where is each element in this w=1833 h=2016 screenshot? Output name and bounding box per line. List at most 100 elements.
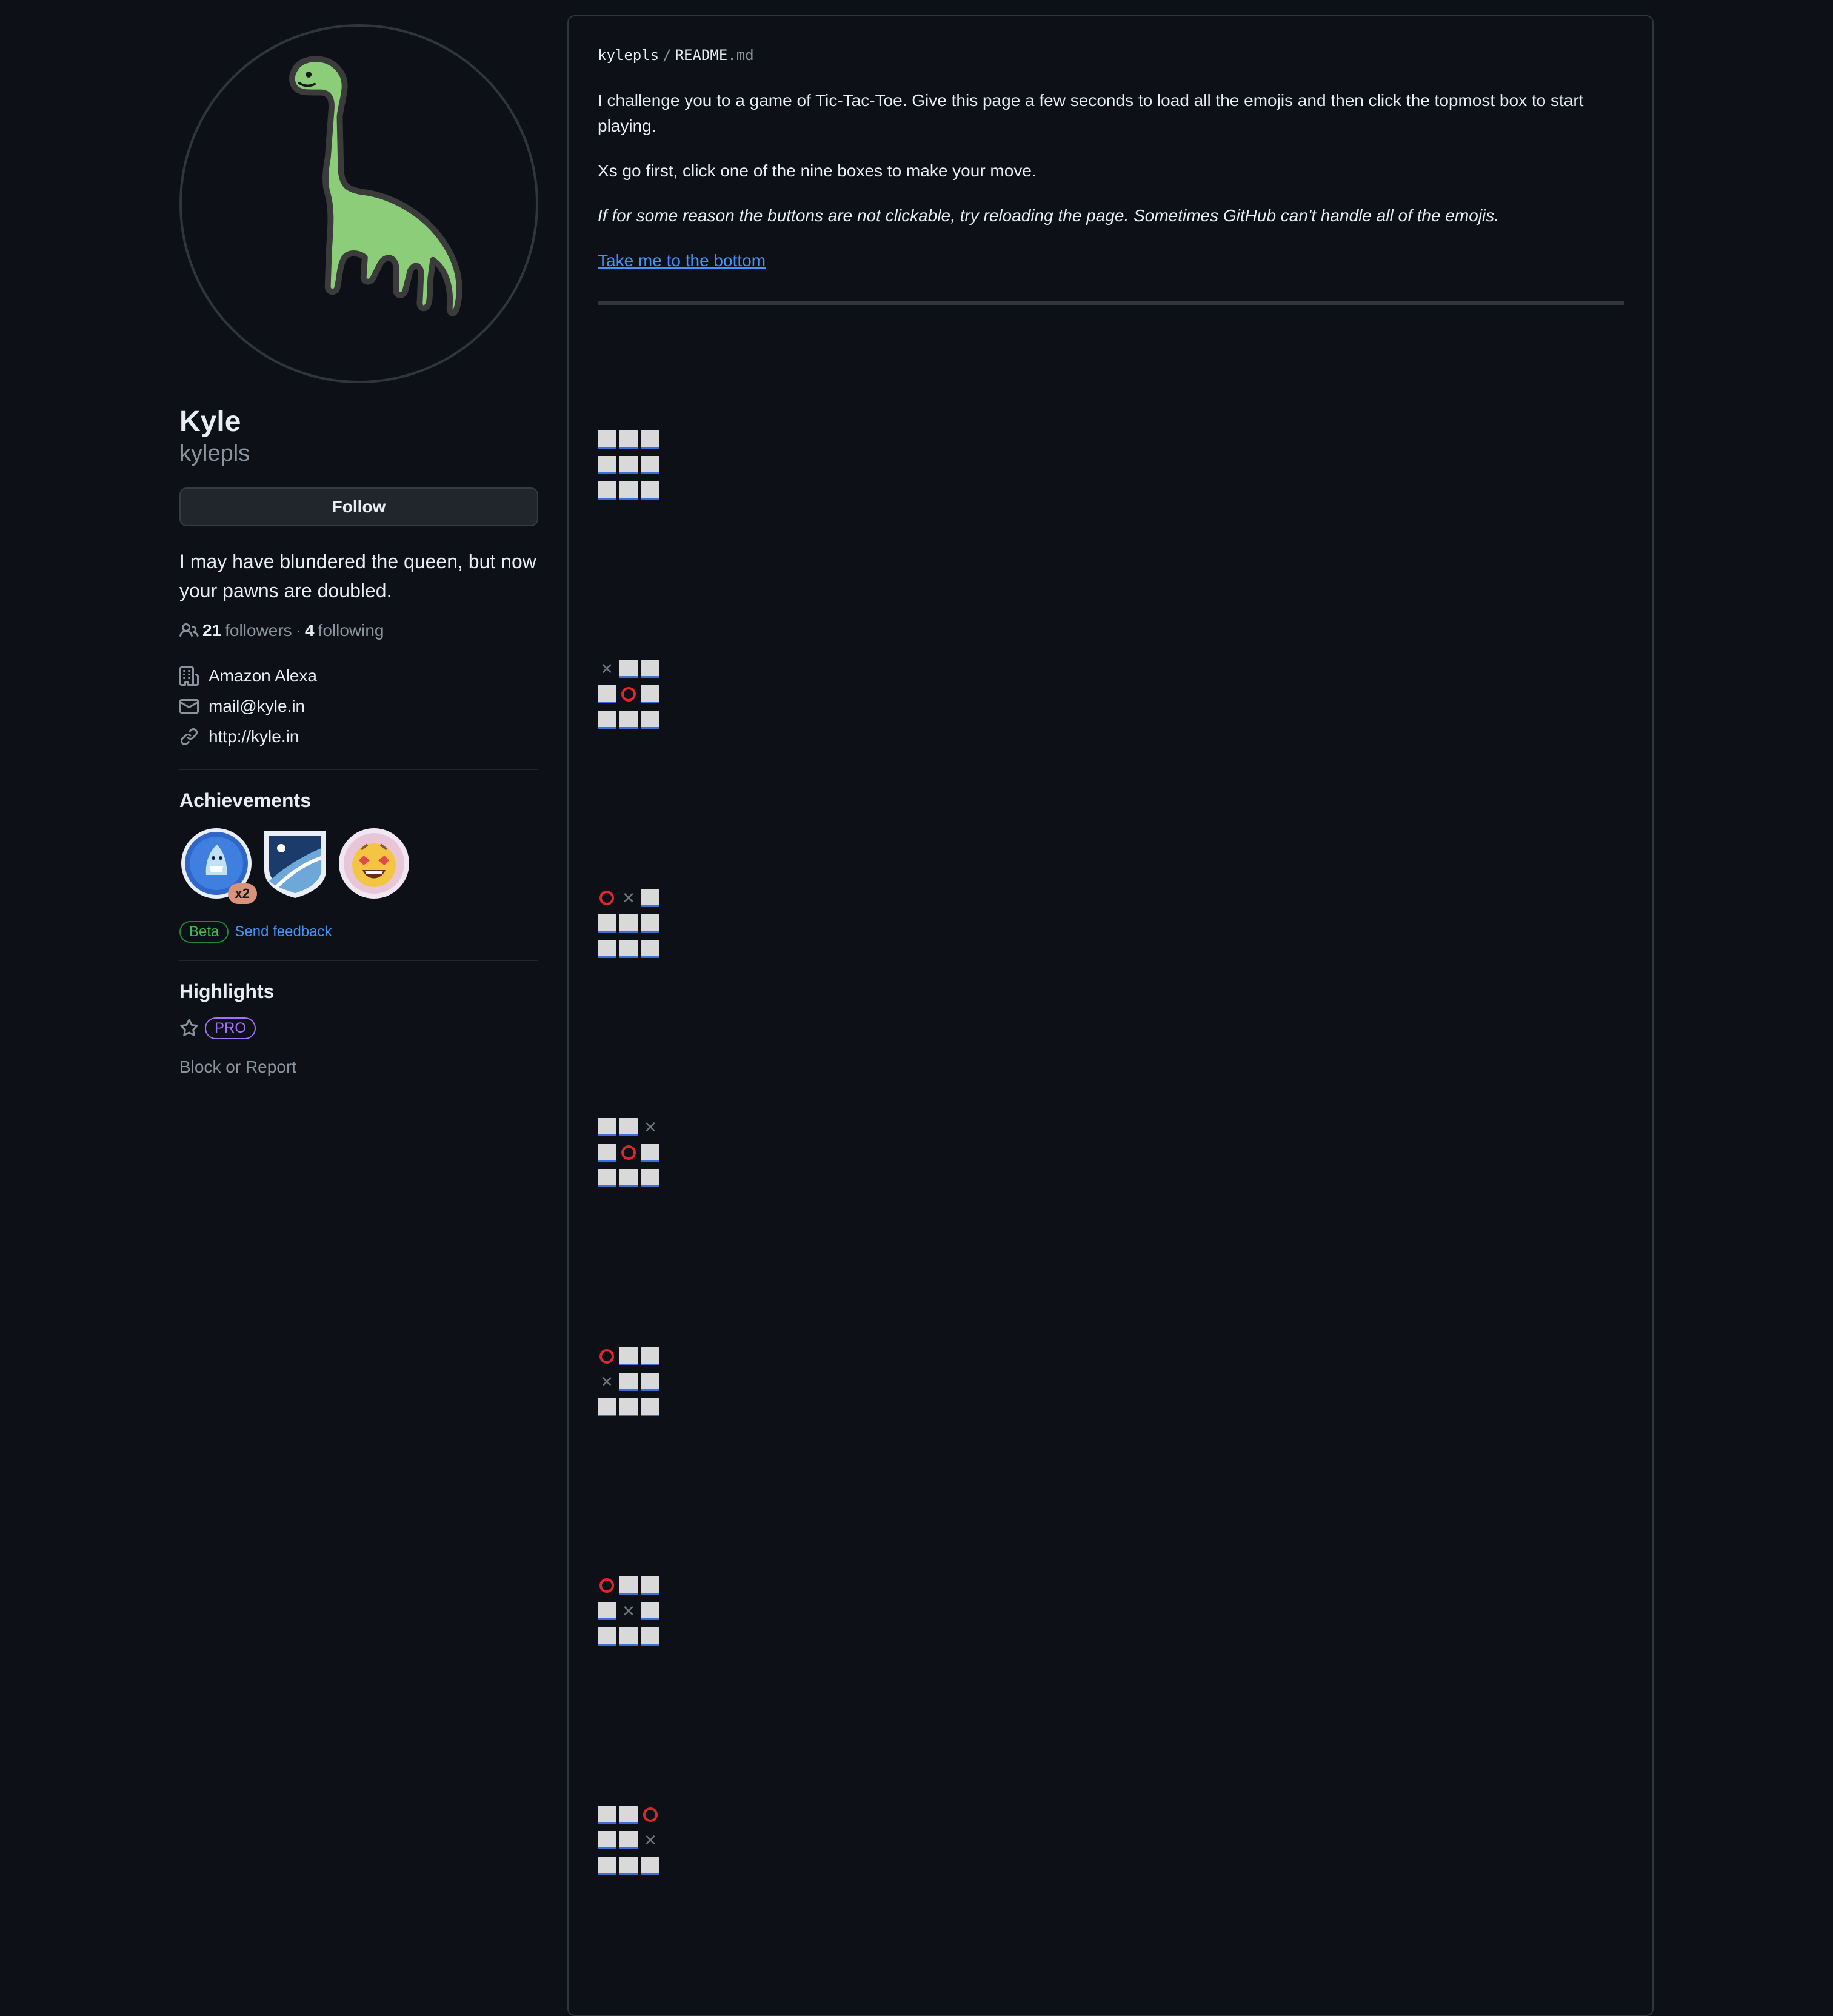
empty-square-button[interactable] bbox=[619, 940, 638, 958]
empty-square-button[interactable] bbox=[641, 660, 659, 678]
board-row bbox=[598, 1144, 659, 1162]
empty-square-button[interactable] bbox=[641, 889, 659, 907]
empty-square-button[interactable] bbox=[598, 430, 616, 449]
display-name: Kyle bbox=[179, 406, 241, 438]
x-mark-icon: ✕ bbox=[644, 1117, 657, 1136]
empty-square-button[interactable] bbox=[598, 1857, 616, 1875]
following-count[interactable]: 4 bbox=[305, 621, 315, 640]
achievements-title: Achievements bbox=[179, 789, 311, 811]
empty-square-button[interactable] bbox=[619, 1347, 638, 1365]
empty-square-button[interactable] bbox=[641, 1144, 659, 1162]
empty-square-button[interactable] bbox=[619, 481, 638, 500]
board-row: ✕ bbox=[598, 1602, 659, 1620]
empty-square-button[interactable] bbox=[641, 1602, 659, 1620]
block-report-link[interactable]: Block or Report bbox=[179, 1057, 538, 1077]
empty-square-button[interactable] bbox=[619, 660, 638, 678]
email-row: mail@kyle.in bbox=[179, 691, 538, 722]
empty-square-button[interactable] bbox=[641, 1398, 659, 1416]
empty-square-button[interactable] bbox=[619, 1576, 638, 1595]
empty-square-button[interactable] bbox=[619, 711, 638, 729]
empty-square-button[interactable] bbox=[598, 481, 616, 500]
avatar[interactable] bbox=[179, 24, 538, 383]
email-link[interactable]: mail@kyle.in bbox=[209, 697, 305, 716]
empty-square-button[interactable] bbox=[619, 456, 638, 474]
empty-square-button[interactable] bbox=[641, 430, 659, 449]
o-mark-icon bbox=[619, 1144, 638, 1162]
empty-square-button[interactable] bbox=[641, 1347, 659, 1365]
section-divider bbox=[179, 959, 538, 961]
empty-square-button[interactable] bbox=[641, 940, 659, 958]
website-link[interactable]: http://kyle.in bbox=[209, 727, 299, 746]
empty-square-button[interactable] bbox=[598, 1831, 616, 1849]
empty-square-button[interactable] bbox=[641, 685, 659, 703]
take-me-to-bottom-link[interactable]: Take me to the bottom bbox=[598, 251, 766, 270]
board-row bbox=[598, 1627, 659, 1646]
board-row bbox=[598, 1576, 659, 1595]
board-row: ✕ bbox=[598, 889, 659, 907]
achievement-badge[interactable] bbox=[337, 826, 411, 900]
readme-panel: kylepls / README.md I challenge you to a g… bbox=[567, 15, 1654, 2016]
empty-square-button[interactable] bbox=[598, 1602, 616, 1620]
empty-square-button[interactable] bbox=[598, 456, 616, 474]
breadcrumb-separator: / bbox=[663, 47, 672, 64]
profile-sidebar: Kyle kylepls Follow I may have blundered… bbox=[179, 24, 538, 1077]
empty-square-button[interactable] bbox=[619, 1806, 638, 1824]
empty-square-button[interactable] bbox=[619, 1627, 638, 1646]
empty-square-button[interactable] bbox=[598, 1627, 616, 1646]
board-row bbox=[598, 430, 659, 449]
empty-square-button[interactable] bbox=[619, 1169, 638, 1187]
board-row bbox=[598, 711, 659, 729]
empty-square-button[interactable] bbox=[598, 1806, 616, 1824]
empty-square-button[interactable] bbox=[619, 1373, 638, 1391]
empty-square-button[interactable] bbox=[619, 914, 638, 933]
achievement-badge[interactable] bbox=[258, 826, 332, 900]
empty-square-button[interactable] bbox=[641, 1576, 659, 1595]
board-row bbox=[598, 685, 659, 703]
stats-separator: · bbox=[295, 620, 301, 640]
empty-square-button[interactable] bbox=[598, 685, 616, 703]
readme-filename[interactable]: README bbox=[675, 47, 728, 64]
follow-button[interactable]: Follow bbox=[179, 487, 538, 526]
people-icon bbox=[179, 621, 199, 640]
empty-square-button[interactable] bbox=[641, 914, 659, 933]
board-row bbox=[598, 481, 659, 500]
empty-square-button[interactable] bbox=[619, 1831, 638, 1849]
empty-square-button[interactable] bbox=[619, 1118, 638, 1136]
readme-owner[interactable]: kylepls bbox=[598, 47, 659, 64]
empty-square-button[interactable] bbox=[598, 1169, 616, 1187]
empty-square-button[interactable] bbox=[598, 711, 616, 729]
empty-square-button[interactable] bbox=[641, 481, 659, 500]
empty-square-button[interactable] bbox=[598, 940, 616, 958]
following-link[interactable]: following bbox=[318, 621, 384, 640]
empty-square-button[interactable] bbox=[641, 711, 659, 729]
empty-square-button[interactable] bbox=[641, 1169, 659, 1187]
empty-square-button[interactable] bbox=[598, 914, 616, 933]
board-row bbox=[598, 1857, 659, 1875]
achievement-badge[interactable]: x2 bbox=[179, 826, 257, 904]
send-feedback-link[interactable]: Send feedback bbox=[235, 923, 332, 940]
empty-square-button[interactable] bbox=[641, 1627, 659, 1646]
empty-square-button[interactable] bbox=[641, 456, 659, 474]
readme-extension: .md bbox=[727, 47, 754, 64]
empty-square-button[interactable] bbox=[619, 1857, 638, 1875]
empty-square-button[interactable] bbox=[641, 1857, 659, 1875]
empty-square-button[interactable] bbox=[598, 1118, 616, 1136]
empty-square-button[interactable] bbox=[619, 430, 638, 449]
board-row: ✕ bbox=[598, 1373, 659, 1391]
username: kylepls bbox=[179, 441, 250, 466]
board-row bbox=[598, 1806, 659, 1824]
empty-square-button[interactable] bbox=[598, 1398, 616, 1416]
achievements-beta-row: Beta Send feedback bbox=[179, 920, 538, 943]
board-row bbox=[598, 456, 659, 474]
board-row: ✕ bbox=[598, 660, 659, 678]
profile-bio: I may have blundered the queen, but now … bbox=[179, 550, 536, 601]
empty-square-button[interactable] bbox=[619, 1398, 638, 1416]
followers-link[interactable]: followers bbox=[225, 621, 292, 640]
dinosaur-avatar-icon bbox=[289, 56, 462, 316]
empty-square-button[interactable] bbox=[598, 1144, 616, 1162]
company-row: Amazon Alexa bbox=[179, 661, 538, 691]
tic-tac-toe-board: ✕ bbox=[598, 1576, 659, 1653]
tic-tac-toe-board: ✕ bbox=[598, 1118, 659, 1194]
empty-square-button[interactable] bbox=[641, 1373, 659, 1391]
followers-count[interactable]: 21 bbox=[202, 621, 221, 640]
